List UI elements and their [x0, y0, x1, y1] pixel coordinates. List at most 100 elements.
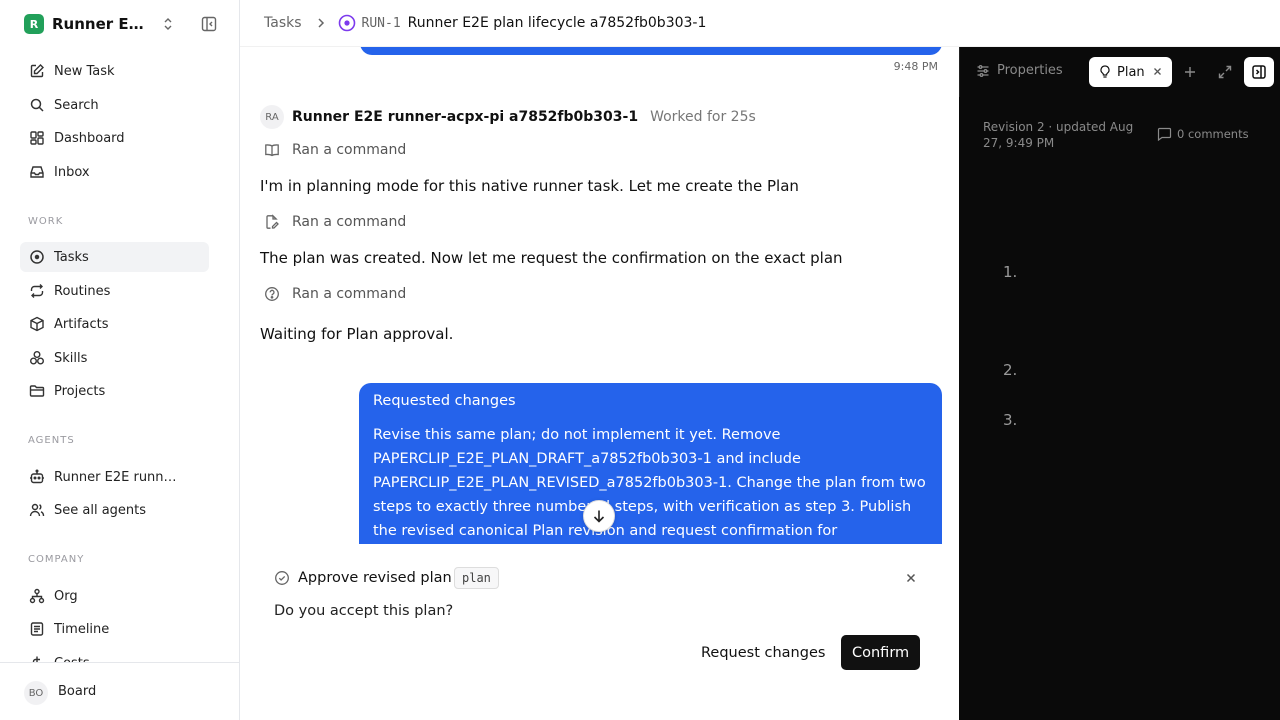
nav-label: Routines: [54, 283, 111, 299]
comments-count: 0 comments: [1177, 127, 1249, 141]
skills-icon: [28, 349, 46, 367]
command-label: Ran a command: [292, 214, 407, 230]
plus-icon[interactable]: [1182, 64, 1198, 80]
section-company: COMPANY: [28, 554, 85, 565]
nav-org[interactable]: Org: [20, 581, 209, 611]
file-edit-icon: [264, 214, 280, 230]
previous-message-bubble: [360, 47, 942, 55]
sliders-icon: [976, 64, 990, 78]
plan-panel: Revision 2 · updated Aug 27, 9:49 PM 0 c…: [959, 47, 1280, 720]
close-icon[interactable]: [904, 571, 918, 585]
edit-icon: [28, 62, 46, 80]
comment-icon: [1157, 127, 1172, 141]
nav-label: Org: [54, 588, 78, 604]
nav-label: See all agents: [54, 502, 147, 518]
arrow-down-icon: [591, 508, 607, 524]
avatar: BO: [24, 681, 48, 705]
board-label: Board: [58, 684, 97, 699]
nav-inbox[interactable]: Inbox: [20, 157, 209, 187]
dashboard-icon: [28, 129, 46, 147]
nav-label: Tasks: [54, 249, 89, 265]
nav-label: Search: [54, 97, 99, 113]
breadcrumb: Tasks RUN-1 Runner E2E plan lifecycle a7…: [240, 0, 1280, 47]
search-icon: [28, 96, 46, 114]
confirm-button[interactable]: Confirm: [841, 635, 921, 670]
agent-message: I'm in planning mode for this native run…: [260, 177, 799, 195]
repeat-icon: [28, 282, 46, 300]
collapse-sidebar-icon[interactable]: [200, 15, 218, 33]
tab-label: Plan: [1117, 64, 1145, 80]
chevrons-up-down-icon: [160, 16, 176, 32]
board-footer[interactable]: BO Board: [0, 662, 239, 720]
plan-tag: plan: [454, 567, 499, 589]
nav-search[interactable]: Search: [20, 90, 209, 120]
tab-properties[interactable]: Properties: [976, 63, 1063, 78]
check-circle-icon: [274, 570, 290, 586]
section-agents: AGENTS: [28, 435, 75, 446]
request-changes-button[interactable]: Request changes: [690, 635, 836, 670]
folder-icon: [28, 382, 46, 400]
command-step[interactable]: Ran a command: [264, 214, 406, 230]
nav-projects[interactable]: Projects: [20, 376, 209, 406]
nav-new-task[interactable]: New Task: [20, 56, 209, 86]
user-message-bubble: Requested changes Revise this same plan;…: [359, 383, 942, 544]
tab-label: Properties: [997, 63, 1063, 78]
circle-dot-icon: [338, 14, 356, 32]
page-title: Runner E2E plan lifecycle a7852fb0b303-1: [407, 15, 707, 31]
expand-icon[interactable]: [1217, 64, 1233, 80]
agent-header: RA Runner E2E runner-acpx-pi a7852fb0b30…: [260, 105, 756, 129]
bot-icon: [28, 468, 46, 486]
inbox-icon: [28, 163, 46, 181]
chat-thread[interactable]: 9:48 PM RA Runner E2E runner-acpx-pi a78…: [240, 47, 959, 544]
avatar: RA: [260, 105, 284, 129]
plan-step-number: 1.: [1003, 263, 1018, 281]
workspace-switcher[interactable]: R Runner E2E: [24, 13, 220, 35]
nav-see-all-agents[interactable]: See all agents: [20, 495, 209, 525]
lightbulb-icon: [1099, 65, 1111, 79]
confirmation-title: Approve revised plan: [298, 570, 452, 586]
section-work: WORK: [28, 216, 64, 227]
plan-step-number: 2.: [1003, 361, 1018, 379]
command-label: Ran a command: [292, 286, 407, 302]
nav-label: Timeline: [54, 621, 110, 637]
book-icon: [264, 142, 280, 158]
scroll-to-bottom-button[interactable]: [583, 500, 615, 532]
nav-timeline[interactable]: Timeline: [20, 614, 209, 644]
nav-label: Artifacts: [54, 316, 109, 332]
workspace-logo: R: [24, 14, 44, 34]
command-step[interactable]: Ran a command: [264, 142, 406, 158]
tab-plan[interactable]: Plan: [1089, 57, 1172, 87]
nav-skills[interactable]: Skills: [20, 343, 209, 373]
nav-routines[interactable]: Routines: [20, 276, 209, 306]
command-label: Ran a command: [292, 142, 407, 158]
close-icon[interactable]: [1152, 66, 1163, 77]
nav-dashboard[interactable]: Dashboard: [20, 123, 209, 153]
nav-tasks[interactable]: Tasks: [20, 242, 209, 272]
revision-meta: Revision 2 · updated Aug 27, 9:49 PM: [983, 120, 1134, 150]
nav-label: Dashboard: [54, 130, 125, 146]
users-icon: [28, 501, 46, 519]
panel-right-icon: [1251, 64, 1267, 80]
command-step[interactable]: Ran a command: [264, 286, 406, 302]
help-circle-icon: [264, 286, 280, 302]
panel-toolbar: Properties Plan: [959, 47, 1280, 97]
nav-label: Projects: [54, 383, 106, 399]
agent-message: The plan was created. Now let me request…: [260, 249, 843, 267]
workspace-name: Runner E2E: [52, 15, 148, 33]
package-icon: [28, 315, 46, 333]
breadcrumb-tasks[interactable]: Tasks: [264, 15, 302, 31]
agent-message: Waiting for Plan approval.: [260, 325, 454, 343]
comments-link[interactable]: 0 comments: [1157, 127, 1249, 141]
run-id: RUN-1: [361, 15, 401, 31]
circle-dot-icon: [28, 248, 46, 266]
confirmation-card: Approve revised plan plan Do you accept …: [260, 544, 942, 684]
worked-duration: Worked for 25s: [650, 109, 756, 125]
plan-step-number: 3.: [1003, 411, 1018, 429]
nav-label: Skills: [54, 350, 88, 366]
nav-label: Inbox: [54, 164, 90, 180]
nav-artifacts[interactable]: Artifacts: [20, 309, 209, 339]
sidebar: R Runner E2E New Task Search Dashboard I…: [0, 0, 240, 720]
nav-agent-runner[interactable]: Runner E2E runner-acpx-pi: [20, 462, 209, 492]
org-icon: [28, 587, 46, 605]
toggle-panel-button[interactable]: [1244, 57, 1274, 87]
